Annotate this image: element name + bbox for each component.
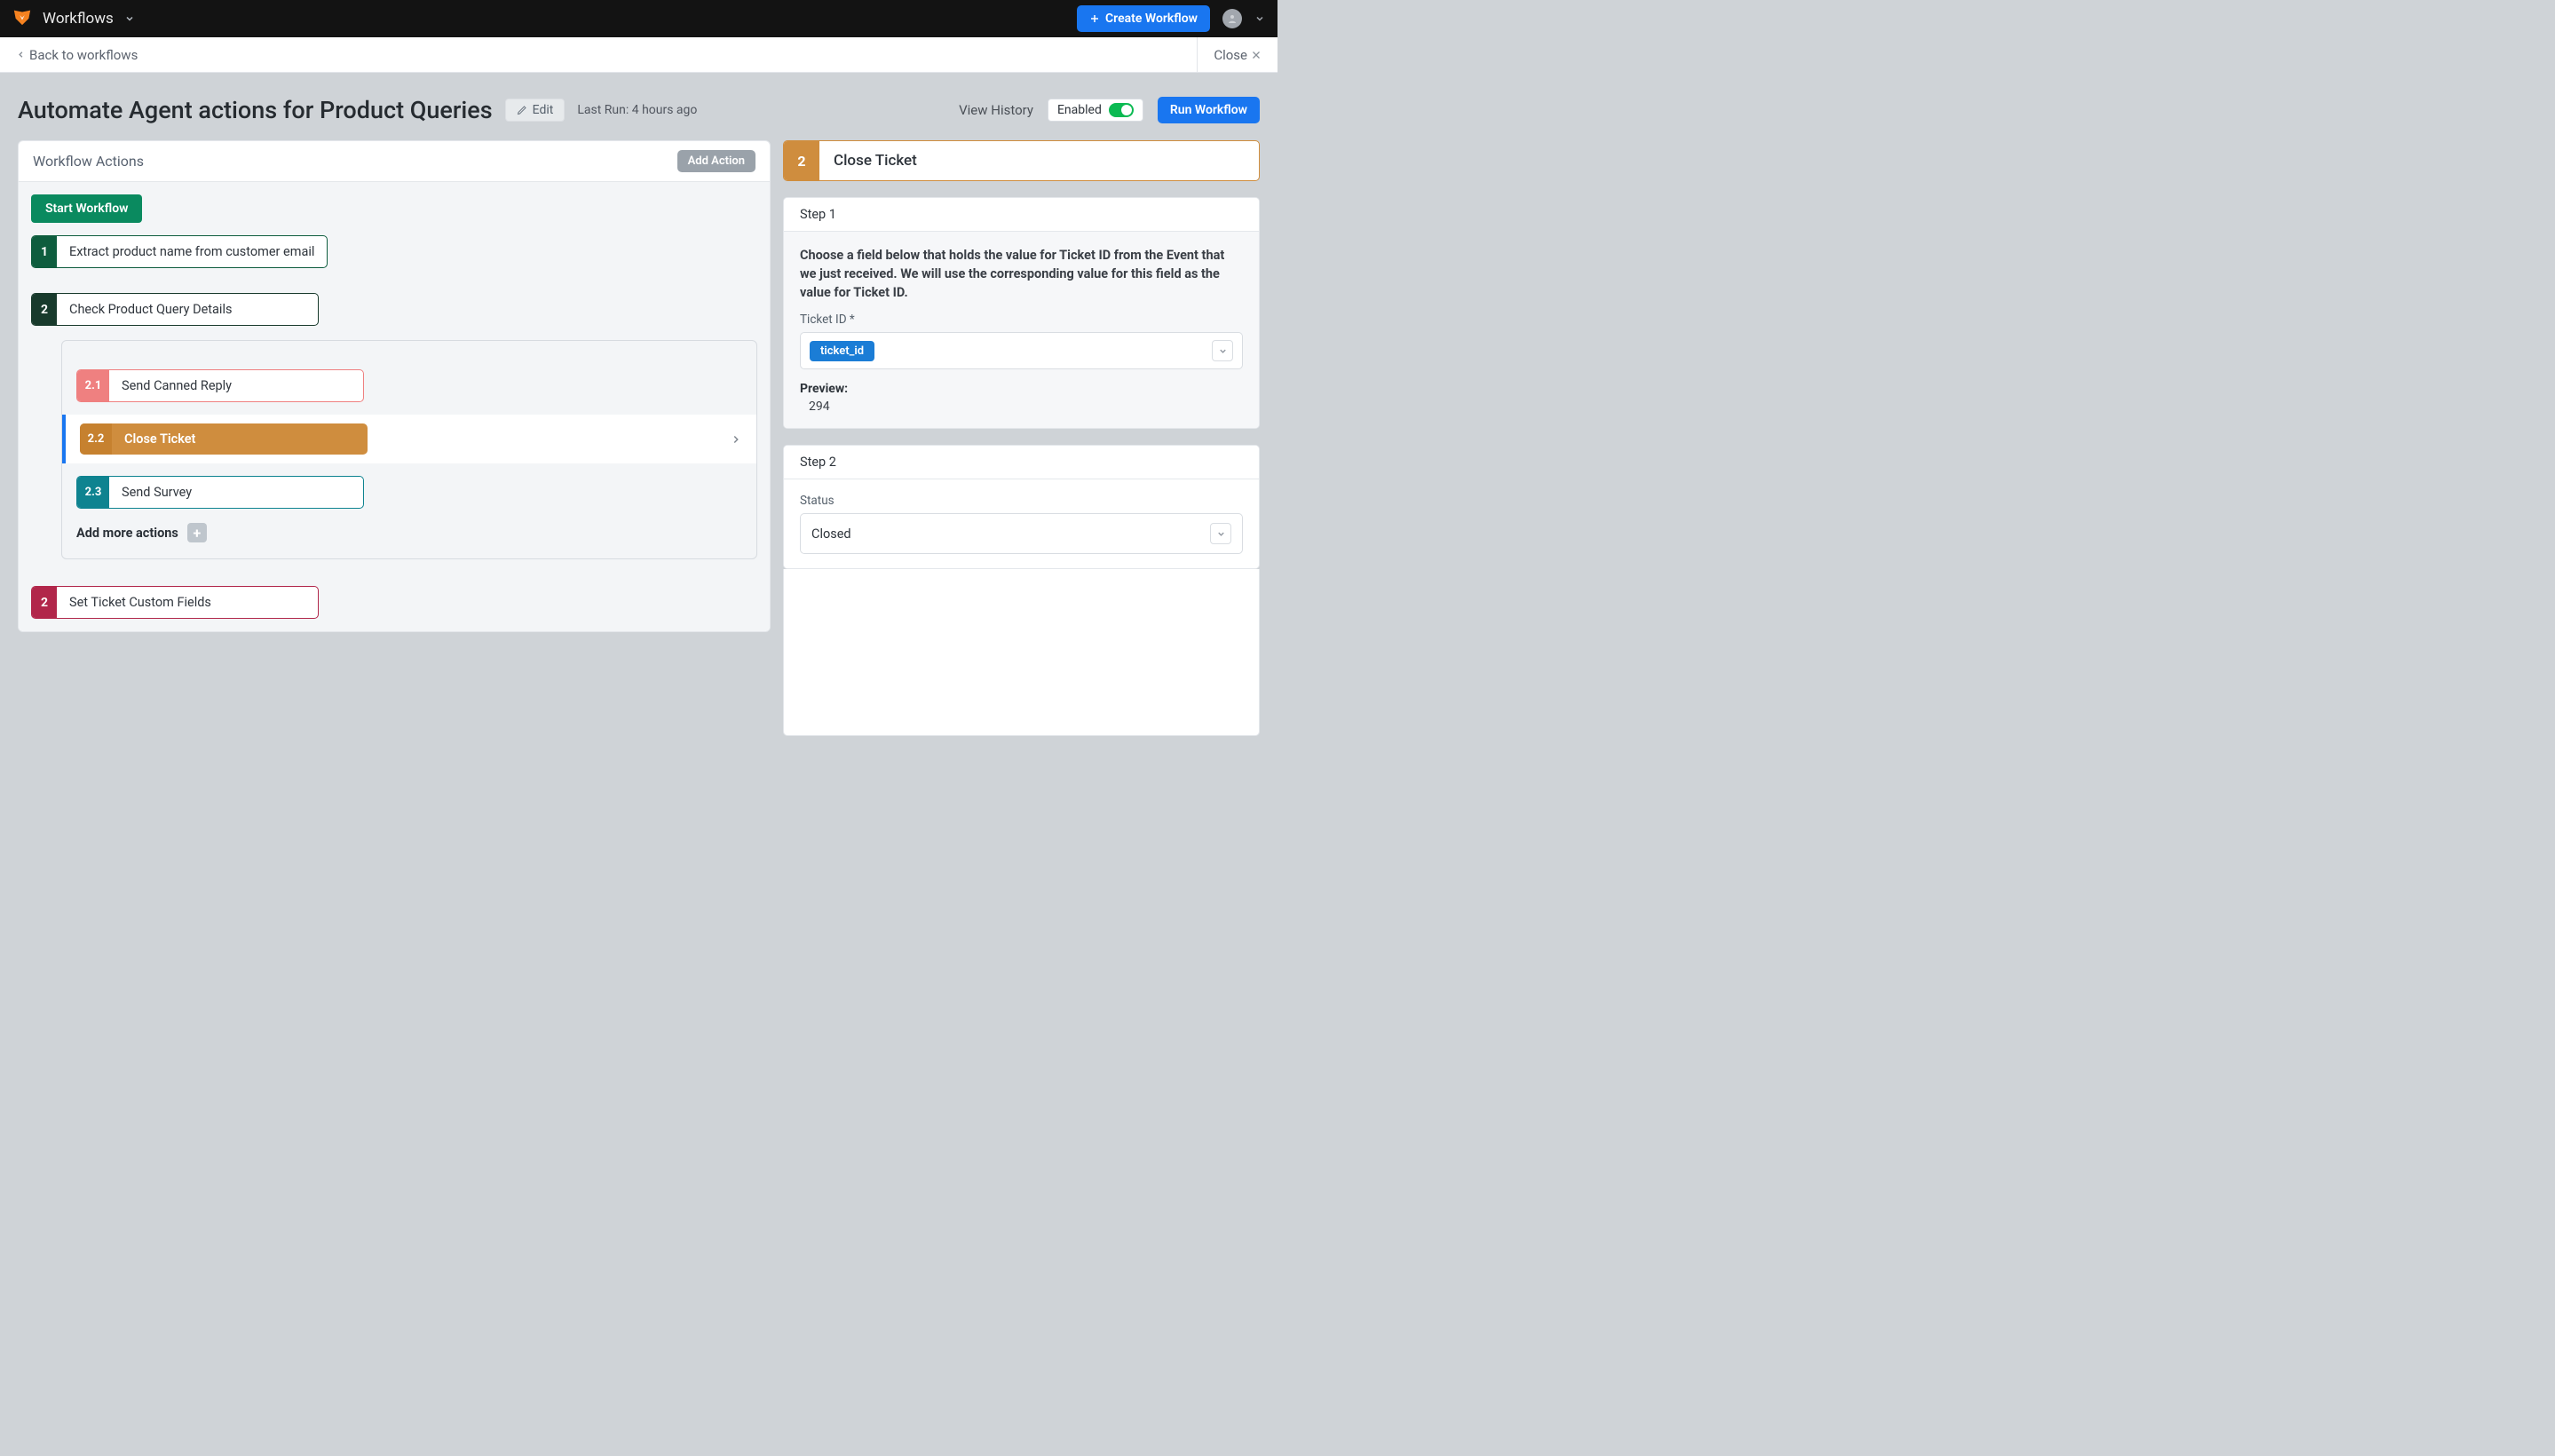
create-workflow-label: Create Workflow xyxy=(1105,12,1198,26)
add-more-actions-row: Add more actions + xyxy=(76,523,742,542)
detail-panel-filler xyxy=(783,569,1260,736)
topbar-left: Workflows xyxy=(12,7,135,30)
brand-name[interactable]: Workflows xyxy=(43,10,114,28)
header-right: View History Enabled Run Workflow xyxy=(959,97,1260,123)
top-bar: Workflows Create Workflow xyxy=(0,0,1278,37)
nested-actions-box: 2.1 Send Canned Reply 2.2 Close Ticket xyxy=(61,340,757,559)
chevron-down-icon[interactable] xyxy=(1212,340,1233,361)
preview-value: 294 xyxy=(809,400,1243,414)
step-2-3-row[interactable]: 2.3 Send Survey xyxy=(76,476,742,509)
step-3-row[interactable]: 2 Set Ticket Custom Fields xyxy=(31,586,757,619)
step2-heading: Step 2 xyxy=(784,446,1259,479)
detail-title: Close Ticket xyxy=(819,141,931,180)
chevron-down-icon[interactable] xyxy=(1254,13,1265,24)
step1-instruction: Choose a field below that holds the valu… xyxy=(800,246,1243,302)
status-value: Closed xyxy=(811,526,851,542)
step-label: Set Ticket Custom Fields xyxy=(57,587,224,618)
avatar[interactable] xyxy=(1222,9,1242,28)
enabled-toggle[interactable] xyxy=(1109,103,1134,117)
create-workflow-button[interactable]: Create Workflow xyxy=(1077,5,1210,32)
step-2-1-row[interactable]: 2.1 Send Canned Reply xyxy=(76,369,742,402)
step-number: 2 xyxy=(32,294,57,325)
preview-label: Preview: xyxy=(800,382,1243,396)
enabled-toggle-container: Enabled xyxy=(1048,99,1143,122)
panel-title: Workflow Actions xyxy=(33,153,144,170)
step-label: Check Product Query Details xyxy=(57,294,244,325)
view-history-link[interactable]: View History xyxy=(959,102,1033,118)
run-workflow-button[interactable]: Run Workflow xyxy=(1158,97,1260,123)
chevron-right-icon xyxy=(730,433,742,446)
step-number: 1 xyxy=(32,236,57,267)
page-title: Automate Agent actions for Product Queri… xyxy=(18,96,493,124)
add-more-actions-button[interactable]: + xyxy=(187,523,207,542)
ticket-id-select[interactable]: ticket_id xyxy=(800,332,1243,369)
step-number: 2 xyxy=(32,587,57,618)
step-number: 2.3 xyxy=(77,477,109,508)
step-label: Close Ticket xyxy=(112,423,208,455)
header-left: Automate Agent actions for Product Queri… xyxy=(18,96,697,124)
ticket-id-label: Ticket ID * xyxy=(800,313,1243,327)
sub-bar: Back to workflows Close xyxy=(0,37,1278,73)
chevron-down-icon[interactable] xyxy=(124,13,135,24)
add-more-actions-label: Add more actions xyxy=(76,526,178,541)
detail-column: 2 Close Ticket Step 1 Choose a field bel… xyxy=(783,140,1260,697)
step1-card: Step 1 Choose a field below that holds t… xyxy=(783,197,1260,429)
step1-heading: Step 1 xyxy=(784,198,1259,232)
step-number: 2.1 xyxy=(77,370,109,401)
step2-card: Step 2 Status Closed xyxy=(783,445,1260,569)
main-columns: Workflow Actions Add Action Start Workfl… xyxy=(0,140,1278,715)
edit-button[interactable]: Edit xyxy=(505,99,566,122)
step-label: Extract product name from customer email xyxy=(57,236,327,267)
detail-step-number: 2 xyxy=(784,141,819,180)
close-button[interactable]: Close xyxy=(1197,37,1262,72)
ticket-id-token: ticket_id xyxy=(810,341,874,361)
start-workflow-button[interactable]: Start Workflow xyxy=(31,194,142,223)
status-select[interactable]: Closed xyxy=(800,513,1243,554)
step1-body: Choose a field below that holds the valu… xyxy=(784,232,1259,428)
enabled-label: Enabled xyxy=(1057,103,1102,117)
back-label: Back to workflows xyxy=(29,47,138,63)
step-label: Send Survey xyxy=(109,477,204,508)
step-number: 2.2 xyxy=(80,423,112,455)
step-1-row[interactable]: 1 Extract product name from customer ema… xyxy=(31,235,757,268)
last-run-text: Last Run: 4 hours ago xyxy=(577,103,697,117)
workflow-actions-panel: Workflow Actions Add Action Start Workfl… xyxy=(18,140,771,632)
workflow-actions-column: Workflow Actions Add Action Start Workfl… xyxy=(18,140,771,632)
panel-header: Workflow Actions Add Action xyxy=(19,141,770,182)
step2-body: Status Closed xyxy=(784,479,1259,568)
panel-body: Start Workflow 1 Extract product name fr… xyxy=(19,182,770,631)
add-action-button[interactable]: Add Action xyxy=(677,150,755,172)
step-2-2-row-selected[interactable]: 2.2 Close Ticket xyxy=(62,415,756,463)
back-to-workflows-link[interactable]: Back to workflows xyxy=(16,47,138,63)
detail-header: 2 Close Ticket xyxy=(783,140,1260,181)
step-2-row[interactable]: 2 Check Product Query Details xyxy=(31,293,757,326)
close-label: Close xyxy=(1214,47,1247,63)
edit-label: Edit xyxy=(533,103,554,117)
fox-logo-icon xyxy=(12,7,32,30)
topbar-right: Create Workflow xyxy=(1077,5,1265,32)
chevron-down-icon[interactable] xyxy=(1210,523,1231,544)
step-label: Send Canned Reply xyxy=(109,370,244,401)
page-header: Automate Agent actions for Product Queri… xyxy=(0,73,1278,140)
status-label: Status xyxy=(800,494,1243,508)
